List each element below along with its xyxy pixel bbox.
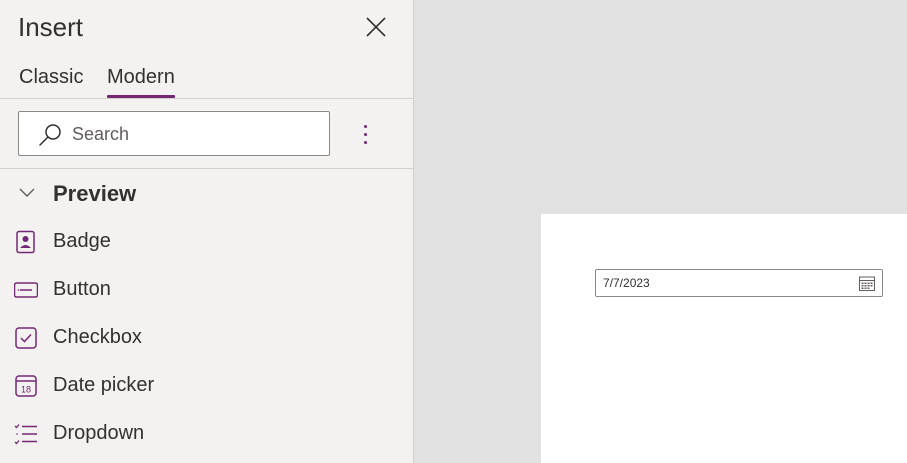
more-options-button[interactable] (353, 118, 377, 150)
list-item-label: Date picker (53, 374, 155, 396)
search-input[interactable] (72, 120, 312, 148)
date-value: 7/7/2023 (603, 276, 650, 290)
search-box[interactable] (18, 111, 330, 156)
insert-panel: Insert Classic Modern Preview Badge (0, 0, 414, 463)
preview-section-header[interactable]: Preview (16, 178, 396, 210)
button-icon (14, 282, 38, 298)
list-item-dropdown[interactable]: Dropdown (0, 412, 414, 458)
list-item-label: Badge (53, 230, 111, 252)
list-item-badge[interactable]: Badge (0, 220, 414, 266)
list-item-checkbox[interactable]: Checkbox (0, 316, 414, 362)
panel-title: Insert (18, 12, 84, 42)
tab-modern[interactable]: Modern (107, 66, 175, 98)
date-picker-icon: 18 (15, 375, 37, 397)
svg-text:18: 18 (21, 385, 31, 395)
badge-icon (16, 230, 35, 254)
close-button[interactable] (362, 13, 390, 41)
list-item-button[interactable]: Button (0, 268, 414, 314)
calendar-icon[interactable] (859, 276, 875, 291)
search-icon (39, 124, 61, 146)
tab-classic[interactable]: Classic (19, 66, 83, 98)
list-item-label: Button (53, 278, 111, 300)
more-options-icon (363, 124, 367, 128)
date-picker-control[interactable]: 7/7/2023 (595, 269, 883, 297)
section-label: Preview (53, 181, 137, 206)
list-item-date-picker[interactable]: 18 Date picker (0, 364, 414, 410)
list-item-label: Checkbox (53, 326, 142, 348)
search-divider (0, 168, 414, 169)
tabs-divider (0, 98, 414, 99)
close-icon (366, 17, 386, 37)
app-screen (541, 214, 907, 463)
chevron-down-icon (19, 188, 35, 197)
checkbox-icon (15, 327, 37, 349)
dropdown-icon (14, 424, 37, 445)
list-item-label: Dropdown (53, 422, 145, 444)
